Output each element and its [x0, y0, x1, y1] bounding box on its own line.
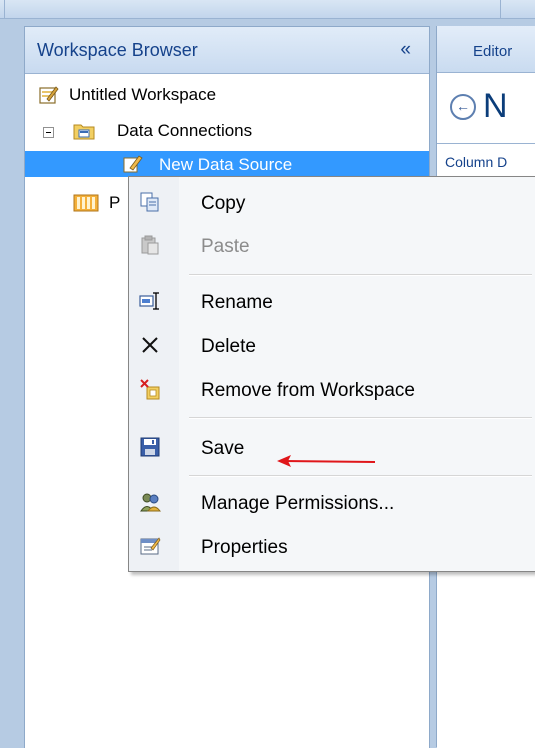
menu-separator — [189, 417, 532, 419]
tree-item-untitled-workspace[interactable]: Untitled Workspace — [25, 83, 429, 109]
strip-divider — [500, 0, 501, 18]
workspace-icon — [39, 86, 59, 104]
collapse-tree-icon[interactable] — [43, 127, 54, 138]
workspace-browser-header: Workspace Browser « — [25, 27, 429, 74]
menu-separator — [189, 274, 532, 276]
menu-item-manage-permissions[interactable]: Manage Permissions... — [129, 483, 535, 523]
editor-header: ← N — [437, 73, 535, 143]
tab-editor[interactable]: Editor — [437, 26, 535, 73]
menu-item-paste[interactable]: Paste — [129, 226, 535, 266]
menu-item-properties[interactable]: Properties — [129, 527, 535, 567]
menu-item-remove-from-workspace[interactable]: Remove from Workspace — [129, 370, 535, 410]
column-header: Column D — [445, 154, 508, 170]
tree-item-label: New Data Source — [159, 155, 293, 174]
folder-icon — [73, 124, 95, 140]
menu-item-label: Manage Permissions... — [201, 493, 395, 514]
pages-icon — [73, 194, 99, 212]
strip-divider — [4, 0, 5, 18]
context-menu: Copy Paste Rename Delete Remove from Wor… — [128, 176, 535, 572]
annotation-arrow-icon — [277, 455, 376, 467]
menu-item-label: Paste — [201, 236, 250, 257]
editor-title: N — [483, 87, 508, 125]
tree-item-pages[interactable]: P — [25, 191, 145, 217]
menu-item-label: Remove from Workspace — [201, 380, 415, 401]
paste-icon — [141, 235, 159, 255]
collapse-panel-button[interactable]: « — [400, 39, 411, 61]
menu-item-label: Properties — [201, 537, 288, 558]
tree-item-label: Untitled Workspace — [69, 85, 217, 104]
menu-item-copy[interactable]: Copy — [129, 183, 535, 223]
menu-item-label: Copy — [201, 193, 246, 214]
menu-item-label: Rename — [201, 292, 273, 313]
menu-item-label: Save — [201, 438, 245, 459]
tree-item-label: P — [109, 193, 121, 212]
delete-icon — [142, 337, 158, 353]
copy-icon — [140, 192, 159, 212]
data-source-icon — [123, 155, 143, 173]
menu-separator — [189, 475, 532, 477]
menu-item-delete[interactable]: Delete — [129, 326, 535, 366]
back-arrow-icon[interactable]: ← — [450, 94, 476, 120]
menu-item-rename[interactable]: Rename — [129, 282, 535, 322]
rename-icon — [139, 292, 159, 310]
tree-item-label: Data Connections — [117, 121, 253, 140]
properties-icon — [140, 537, 161, 555]
tree-item-data-connections[interactable]: Data Connections — [25, 119, 429, 145]
save-icon — [140, 437, 160, 457]
top-strip — [0, 0, 535, 19]
permissions-icon — [140, 493, 161, 512]
menu-item-label: Delete — [201, 336, 256, 357]
panel-title: Workspace Browser — [37, 40, 198, 60]
tab-label: Editor — [473, 43, 513, 60]
remove-icon — [140, 379, 160, 400]
